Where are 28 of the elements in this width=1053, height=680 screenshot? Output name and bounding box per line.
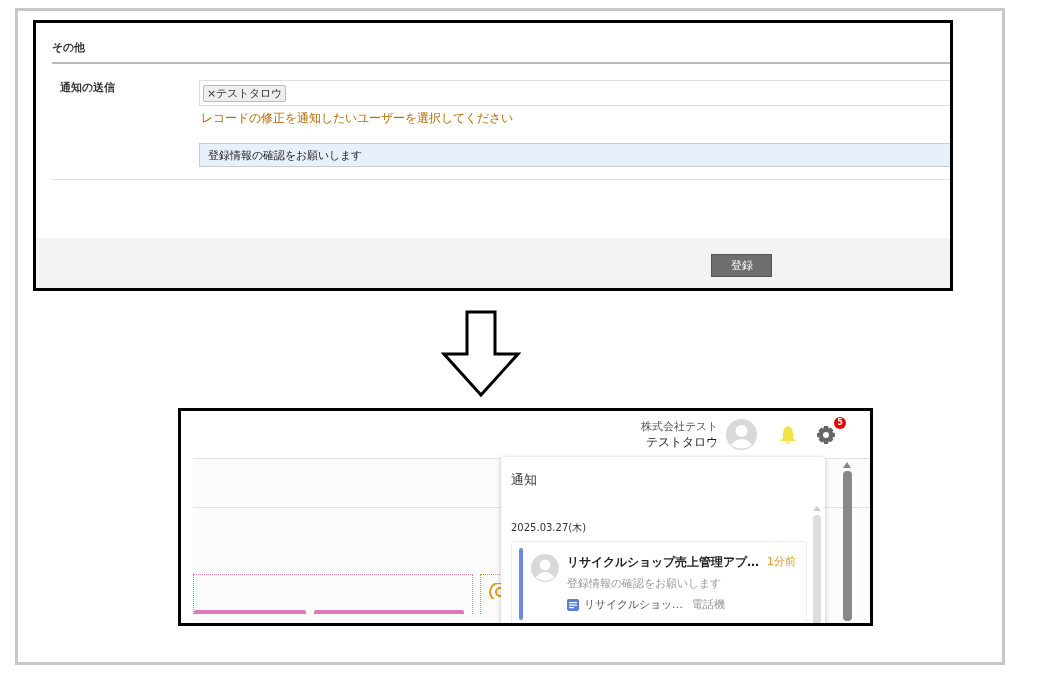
avatar-icon	[531, 554, 559, 582]
date-heading: 2025.03.27(木)	[511, 521, 588, 535]
submit-button[interactable]: 登録	[711, 254, 772, 277]
time-label: 1分前	[767, 554, 796, 570]
message-field[interactable]: 登録情報の確認をお願いします	[199, 143, 950, 167]
record-name: 電話機	[692, 597, 725, 612]
company-name: 株式会社テスト	[641, 418, 718, 434]
app-name: リサイクルショッ…	[584, 597, 683, 612]
scroll-up-icon[interactable]	[812, 505, 822, 512]
user-chip[interactable]: ×テストタロウ	[203, 84, 287, 102]
hint-text: レコードの修正を通知したいユーザーを選択してください	[201, 110, 514, 127]
section-title: その他	[52, 40, 950, 64]
notification-badge: 5	[834, 416, 846, 429]
scroll-up-icon[interactable]	[842, 461, 852, 469]
panel-title: 通知	[511, 471, 538, 489]
field-label: 通知の送信	[59, 80, 116, 96]
down-arrow-icon	[441, 310, 521, 398]
notification-title: リサイクルショップ売上管理アプ…	[567, 554, 759, 571]
avatar-icon[interactable]	[726, 419, 757, 450]
user-name: テストタロウ	[646, 433, 718, 451]
notification-message: 登録情報の確認をお願いします	[567, 576, 722, 591]
user-select-field[interactable]: ×テストタロウ	[199, 80, 950, 106]
scrollbar[interactable]	[842, 461, 852, 621]
notification-card[interactable]: リサイクルショップ売上管理アプ… 1分前 登録情報の確認をお願いします リサイクルショッ… 電話機	[511, 541, 807, 623]
scrollbar[interactable]	[812, 505, 822, 623]
settings-icon[interactable]	[816, 424, 836, 445]
app-icon	[567, 598, 579, 611]
bell-icon[interactable]	[778, 424, 798, 445]
